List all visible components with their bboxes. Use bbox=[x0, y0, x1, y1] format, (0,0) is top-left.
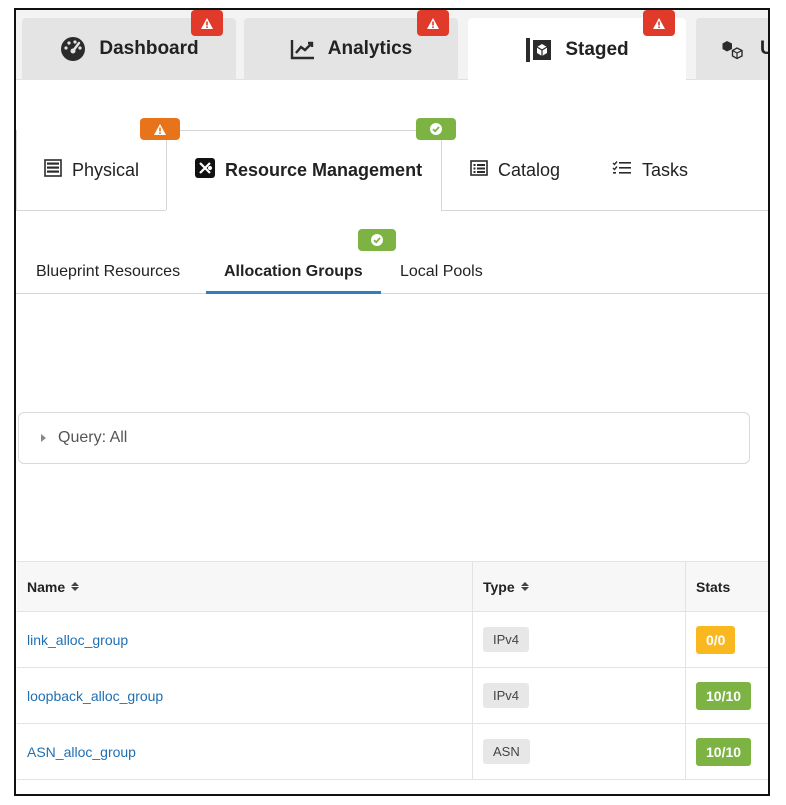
type-pill: IPv4 bbox=[483, 627, 530, 652]
analytics-warning-badge bbox=[417, 10, 449, 36]
tab-allocation-groups[interactable]: Allocation Groups bbox=[224, 250, 363, 294]
name-cell: link_alloc_group bbox=[17, 612, 473, 667]
physical-warning-badge bbox=[140, 118, 180, 140]
query-label: Query: All bbox=[58, 429, 128, 446]
type-cell: IPv4 bbox=[473, 612, 686, 667]
tab-blueprint-resources[interactable]: Blueprint Resources bbox=[36, 250, 180, 294]
blueprint-tab-bar: Physical Resource Management Catalog Tas… bbox=[16, 130, 768, 210]
resource-management-ok-badge bbox=[416, 118, 456, 140]
top-tab-bar: Dashboard Analytics Staged U bbox=[16, 10, 768, 81]
tab-physical[interactable]: Physical bbox=[44, 130, 139, 210]
table-row: ASN_alloc_group ASN 10/10 bbox=[17, 724, 768, 780]
table-row: link_alloc_group IPv4 0/0 bbox=[17, 612, 768, 668]
list-box-icon bbox=[470, 159, 488, 181]
warning-icon bbox=[201, 17, 213, 29]
staged-cube-icon bbox=[525, 37, 553, 63]
tab-tasks[interactable]: Tasks bbox=[612, 130, 688, 210]
stats-cell: 0/0 bbox=[686, 612, 768, 667]
resource-x-icon bbox=[195, 158, 215, 183]
rack-icon bbox=[44, 158, 62, 182]
check-circle-icon bbox=[371, 234, 383, 246]
query-expander[interactable]: Query: All bbox=[18, 412, 750, 464]
staged-warning-badge bbox=[643, 10, 675, 36]
tab-analytics-label: Analytics bbox=[327, 38, 413, 59]
tab-tasks-label: Tasks bbox=[642, 159, 689, 180]
tab-physical-label: Physical bbox=[72, 159, 140, 180]
column-header-name-label: Name bbox=[27, 578, 66, 595]
divider bbox=[16, 210, 166, 211]
warning-icon bbox=[427, 17, 439, 29]
table-header-row: Name Type Stats bbox=[17, 561, 768, 612]
allocation-group-link[interactable]: ASN_alloc_group bbox=[27, 744, 136, 760]
caret-right-icon bbox=[41, 434, 46, 442]
stats-badge: 10/10 bbox=[696, 681, 752, 710]
allocation-group-link[interactable]: loopback_alloc_group bbox=[27, 688, 163, 704]
name-cell: loopback_alloc_group bbox=[17, 668, 473, 723]
app-window: Dashboard Analytics Staged U bbox=[14, 8, 770, 796]
sort-icon bbox=[520, 582, 529, 591]
warning-icon bbox=[154, 123, 166, 135]
column-header-type-label: Type bbox=[483, 578, 515, 595]
stats-cell: 10/10 bbox=[686, 668, 768, 723]
allocation-group-link[interactable]: link_alloc_group bbox=[27, 632, 128, 648]
tab-catalog-label: Catalog bbox=[498, 159, 561, 180]
type-pill: ASN bbox=[483, 739, 530, 764]
stats-badge: 10/10 bbox=[696, 737, 752, 766]
warning-icon bbox=[653, 17, 665, 29]
tab-allocation-groups-label: Allocation Groups bbox=[224, 263, 363, 280]
divider bbox=[441, 210, 768, 211]
type-cell: IPv4 bbox=[473, 668, 686, 723]
type-pill: IPv4 bbox=[483, 683, 530, 708]
allocation-groups-table: Name Type Stats link_alloc_group IPv4 0/… bbox=[17, 561, 768, 780]
type-cell: ASN bbox=[473, 724, 686, 779]
allocation-groups-ok-badge bbox=[358, 229, 396, 251]
active-tab-indicator bbox=[206, 291, 381, 294]
stats-cell: 10/10 bbox=[686, 724, 768, 779]
column-header-stats: Stats bbox=[686, 562, 768, 611]
tab-local-pools[interactable]: Local Pools bbox=[400, 250, 483, 294]
name-cell: ASN_alloc_group bbox=[17, 724, 473, 779]
tab-uncommitted[interactable]: U bbox=[696, 18, 768, 80]
column-header-stats-label: Stats bbox=[696, 578, 731, 595]
stats-badge: 0/0 bbox=[696, 625, 736, 654]
sort-icon bbox=[71, 582, 80, 591]
tab-blueprint-resources-label: Blueprint Resources bbox=[36, 263, 181, 280]
tab-uncommitted-label: U bbox=[760, 38, 768, 60]
table-row: loopback_alloc_group IPv4 10/10 bbox=[17, 668, 768, 724]
tab-dashboard-label: Dashboard bbox=[99, 38, 199, 59]
task-list-icon bbox=[612, 160, 632, 181]
dashboard-warning-badge bbox=[191, 10, 223, 36]
line-chart-icon bbox=[290, 38, 316, 60]
speedometer-icon bbox=[59, 36, 87, 62]
column-header-type[interactable]: Type bbox=[473, 562, 686, 611]
cubes-icon bbox=[722, 38, 748, 60]
check-circle-icon bbox=[430, 123, 442, 135]
tab-catalog[interactable]: Catalog bbox=[470, 130, 560, 210]
column-header-name[interactable]: Name bbox=[17, 562, 473, 611]
tab-resource-management[interactable]: Resource Management bbox=[166, 130, 442, 210]
tab-resource-management-label: Resource Management bbox=[225, 160, 423, 180]
tab-local-pools-label: Local Pools bbox=[400, 263, 483, 280]
resource-tab-bar: Blueprint Resources Allocation Groups Lo… bbox=[16, 250, 768, 294]
tab-staged-label: Staged bbox=[565, 38, 629, 60]
